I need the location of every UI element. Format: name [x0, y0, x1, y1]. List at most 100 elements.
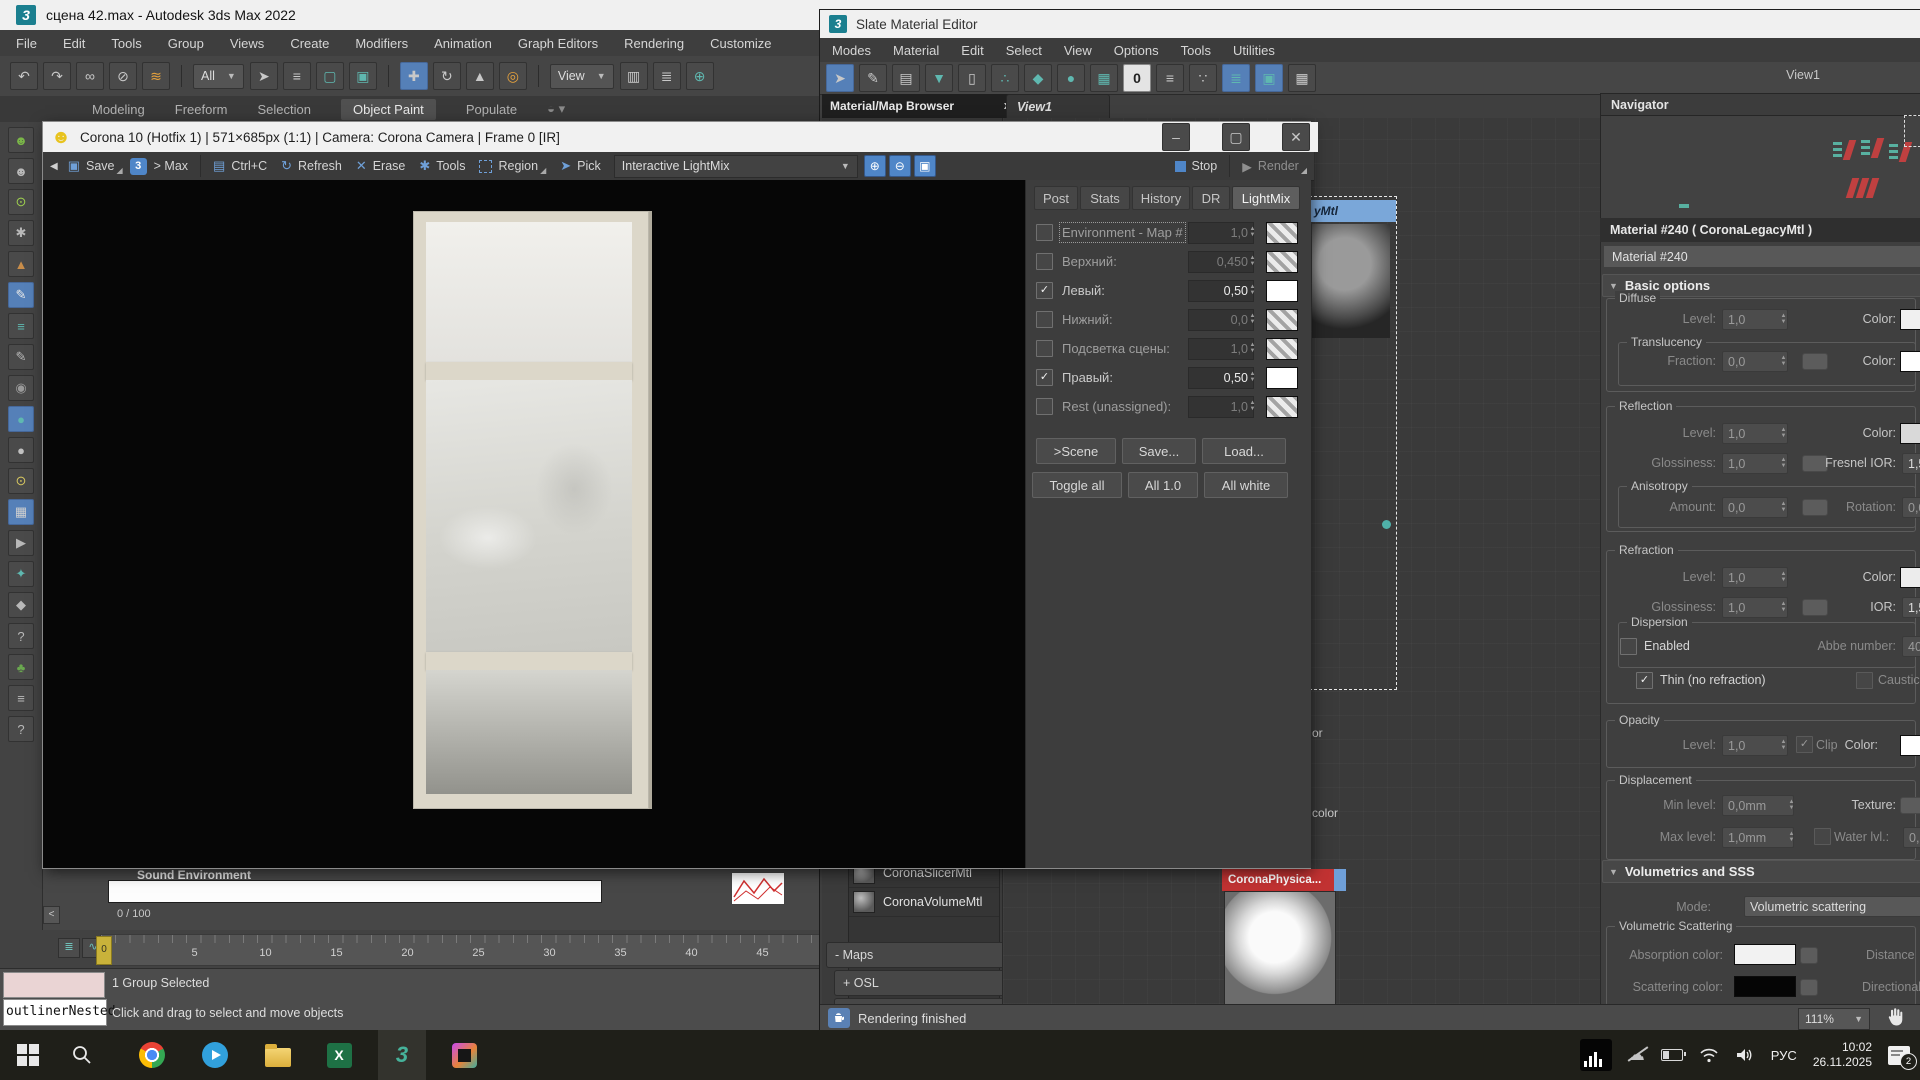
- settings-icon[interactable]: ✱: [8, 220, 34, 246]
- layout-all-icon[interactable]: ≣: [1222, 64, 1250, 92]
- spinner[interactable]: ▲▼: [1247, 338, 1258, 358]
- material-name-field[interactable]: Material #240: [1604, 246, 1920, 267]
- vfb-erase-button[interactable]: ✕ Erase: [349, 154, 413, 178]
- close-icon[interactable]: ✕: [1282, 123, 1310, 151]
- pan-hand-icon[interactable]: [1884, 1006, 1906, 1030]
- help2-icon[interactable]: ?: [8, 716, 34, 742]
- slate-menu-6[interactable]: Tools: [1181, 43, 1211, 58]
- render-element-dropdown[interactable]: Interactive LightMix ▼: [614, 155, 858, 178]
- lightmix-label[interactable]: Rest (unassigned):: [1062, 399, 1171, 414]
- snap-icon[interactable]: ⊕: [686, 62, 714, 90]
- abbe-number-field[interactable]: 40: [1902, 636, 1920, 657]
- lightmix-load-button[interactable]: Load...: [1202, 438, 1286, 464]
- layer-explorer-icon[interactable]: ☻: [8, 158, 34, 184]
- view-zoom-dropdown[interactable]: 111% ▼: [1798, 1008, 1870, 1030]
- zoom-out-icon[interactable]: ⊖: [889, 155, 911, 177]
- window-crossing-icon[interactable]: ▣: [349, 62, 377, 90]
- tab-dr[interactable]: DR: [1192, 186, 1230, 210]
- lightmix-color-swatch[interactable]: [1266, 222, 1298, 244]
- slate-menu-0[interactable]: Modes: [832, 43, 871, 58]
- zoom-fit-icon[interactable]: ▣: [914, 155, 936, 177]
- navigator-header[interactable]: Navigator: [1600, 93, 1920, 117]
- list-tool-icon[interactable]: ≡: [8, 313, 34, 339]
- rotate-icon[interactable]: ↻: [433, 62, 461, 90]
- vfb-tools-button[interactable]: ✱ Tools: [412, 154, 472, 178]
- lightmix-label[interactable]: Подсветка сцены:: [1062, 341, 1170, 356]
- render-viewport[interactable]: [43, 180, 1025, 868]
- scene-explorer-icon[interactable]: ☻: [8, 127, 34, 153]
- rectangular-selection-icon[interactable]: ▢: [316, 62, 344, 90]
- slate-menu-7[interactable]: Utilities: [1233, 43, 1275, 58]
- eyedropper-icon[interactable]: ✎: [859, 64, 887, 92]
- lightmix-scene-button[interactable]: >Scene: [1036, 438, 1116, 464]
- show-background-icon[interactable]: ●: [1057, 64, 1085, 92]
- lightmix-checkbox[interactable]: ✓: [1036, 369, 1053, 386]
- wifi-icon[interactable]: [1699, 1047, 1719, 1063]
- taskbar-excel[interactable]: X: [315, 1030, 363, 1080]
- max-menu-0[interactable]: File: [16, 36, 37, 51]
- spinner[interactable]: ▲▼: [1247, 367, 1258, 387]
- vfb-refresh-button[interactable]: ↻ Refresh: [274, 154, 349, 178]
- battery-icon[interactable]: [1661, 1049, 1683, 1061]
- rotation-field[interactable]: 0,0: [1902, 497, 1920, 518]
- reference-coordinate-dropdown[interactable]: View ▼: [550, 64, 614, 89]
- tab-view1[interactable]: View1: [1006, 94, 1110, 119]
- spinner[interactable]: ▲▼: [1247, 396, 1258, 416]
- taskbar-chrome[interactable]: [128, 1030, 176, 1080]
- ribbon-tab-freeform[interactable]: Freeform: [175, 102, 228, 117]
- dispersion-enabled-checkbox[interactable]: [1620, 638, 1637, 655]
- timeline-ruler[interactable]: 51015202530354045 0: [100, 934, 820, 966]
- physical-node-preview-sphere[interactable]: [1224, 891, 1336, 1006]
- tab-stats[interactable]: Stats: [1080, 186, 1130, 210]
- thin-checkbox[interactable]: ✓: [1636, 672, 1653, 689]
- displacement-max-field[interactable]: 1,0mm: [1722, 827, 1794, 848]
- pick-material-icon[interactable]: ▤: [892, 64, 920, 92]
- reflection-color-swatch[interactable]: [1900, 423, 1920, 444]
- lightmix-value-field[interactable]: 0,0: [1188, 309, 1254, 331]
- spinner[interactable]: ▲▼: [1778, 735, 1789, 755]
- volume-icon[interactable]: [1735, 1047, 1755, 1063]
- taskbar-ide[interactable]: [440, 1030, 488, 1080]
- legacy-node-header[interactable]: yMtl: [1310, 200, 1396, 222]
- opacity-color-swatch[interactable]: [1900, 735, 1920, 756]
- max-menu-2[interactable]: Tools: [111, 36, 141, 51]
- redo-icon[interactable]: ↷: [43, 62, 71, 90]
- max-menu-1[interactable]: Edit: [63, 36, 85, 51]
- displacement-texture-slot[interactable]: [1900, 797, 1920, 814]
- rollout-volumetrics[interactable]: ▼ Volumetrics and SSS: [1602, 860, 1920, 883]
- lightmix-all-1-button[interactable]: All 1.0: [1128, 472, 1198, 498]
- teapot-tool-icon[interactable]: ◆: [8, 592, 34, 618]
- lightmix-label[interactable]: Верхний:: [1062, 254, 1117, 269]
- taskbar-clock[interactable]: 10:02 26.11.2025: [1813, 1040, 1872, 1070]
- maxscript-listener-pink[interactable]: [3, 972, 105, 998]
- translucency-color-swatch[interactable]: [1900, 351, 1920, 372]
- spinner[interactable]: ▲▼: [1786, 827, 1797, 847]
- absorption-color-swatch[interactable]: [1734, 944, 1796, 965]
- maxscript-listener-input[interactable]: outlinerNested: [3, 999, 107, 1026]
- list2-icon[interactable]: ≡: [8, 685, 34, 711]
- select-object-icon[interactable]: ➤: [250, 62, 278, 90]
- delete-icon[interactable]: ▯: [958, 64, 986, 92]
- assign-to-selection-icon[interactable]: ▼: [925, 64, 953, 92]
- lightmix-value-field[interactable]: 0,450: [1188, 251, 1254, 273]
- align-icon[interactable]: ≣: [653, 62, 681, 90]
- caustics-checkbox[interactable]: [1856, 672, 1873, 689]
- notification-center-icon[interactable]: 2: [1888, 1046, 1910, 1065]
- scale-icon[interactable]: ▲: [466, 62, 494, 90]
- brush-icon[interactable]: ✎: [8, 344, 34, 370]
- unlink-icon[interactable]: ⊘: [109, 62, 137, 90]
- layout-vertical-icon[interactable]: ≡: [1156, 64, 1184, 92]
- maximize-icon[interactable]: ▢: [1222, 123, 1250, 151]
- render-map-icon[interactable]: ▦: [1288, 64, 1316, 92]
- tab-post[interactable]: Post: [1034, 186, 1078, 210]
- lightmix-label[interactable]: Правый:: [1062, 370, 1113, 385]
- water-level-field[interactable]: 0,5: [1903, 827, 1920, 848]
- tab-history[interactable]: History: [1132, 186, 1190, 210]
- link-icon[interactable]: ∞: [76, 62, 104, 90]
- vfb-titlebar[interactable]: ☻ Corona 10 (Hotfix 1) | 571×685px (1:1)…: [43, 122, 1318, 152]
- language-indicator[interactable]: РУС: [1771, 1048, 1797, 1063]
- lightmix-checkbox[interactable]: [1036, 398, 1053, 415]
- mirror-icon[interactable]: ▥: [620, 62, 648, 90]
- lightmix-checkbox[interactable]: [1036, 311, 1053, 328]
- max-menu-4[interactable]: Views: [230, 36, 264, 51]
